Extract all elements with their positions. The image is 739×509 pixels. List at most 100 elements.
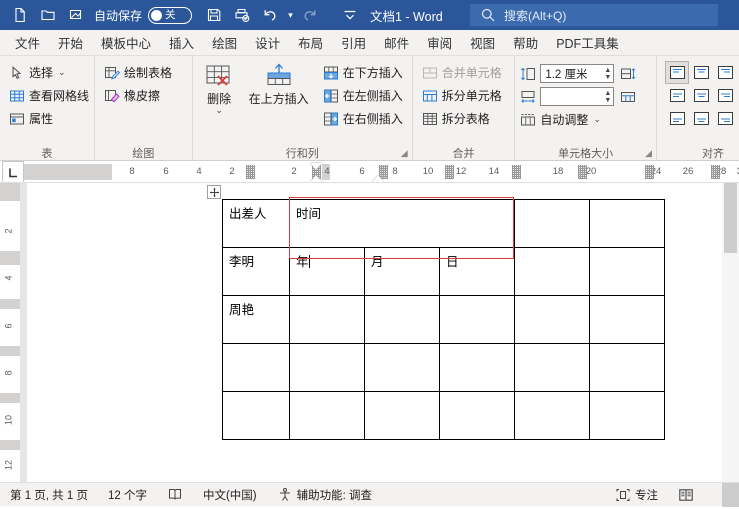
table-cell[interactable] [589, 343, 665, 392]
open-folder-icon[interactable] [34, 3, 62, 27]
table-row[interactable] [222, 343, 665, 392]
table-cell[interactable] [514, 295, 590, 344]
tab-huitu[interactable]: 绘图 [203, 30, 246, 56]
autosave-toggle[interactable]: 关 [148, 6, 193, 24]
insert-below-button[interactable]: 在下方插入 [319, 61, 407, 84]
align-bottom-center-button[interactable] [689, 107, 713, 130]
column-marker[interactable] [578, 165, 587, 179]
vertical-ruler[interactable]: 2 4 6 8 10 12 [0, 183, 20, 482]
insert-right-button[interactable]: 在右侧插入 [319, 107, 407, 130]
dialog-launcher-icon[interactable]: ◢ [401, 148, 408, 159]
table-cell[interactable] [514, 199, 590, 248]
column-marker[interactable] [645, 165, 654, 179]
tab-wenjian[interactable]: 文件 [6, 30, 49, 56]
language-indicator[interactable]: 中文(中国) [193, 487, 267, 503]
table-cell[interactable] [589, 199, 665, 248]
table-cell[interactable] [439, 391, 515, 440]
table-cell[interactable]: 日 [439, 247, 515, 296]
table-cell[interactable]: 时间 [289, 199, 515, 248]
tab-stop-selector[interactable] [2, 161, 24, 182]
column-marker[interactable] [246, 165, 255, 179]
insert-above-button[interactable]: 在上方插入 [243, 61, 315, 106]
table-cell[interactable]: 周艳 [222, 295, 290, 344]
draw-table-button[interactable]: 绘制表格 [100, 61, 176, 84]
print-preview-icon[interactable] [228, 3, 256, 27]
row-height-stepper[interactable]: ▲ ▼ [604, 65, 611, 82]
table-cell[interactable] [289, 295, 365, 344]
table-cell[interactable] [364, 295, 440, 344]
table-cell[interactable] [514, 391, 590, 440]
table-cell[interactable] [439, 295, 515, 344]
tab-youjian[interactable]: 邮件 [375, 30, 418, 56]
undo-dropdown-icon[interactable]: ▾ [284, 3, 296, 27]
align-top-center-button[interactable] [689, 61, 713, 84]
table-cell[interactable] [364, 343, 440, 392]
align-top-left-button[interactable] [665, 61, 690, 84]
delete-button[interactable]: 删除 ⌄ [198, 61, 241, 115]
table-cell[interactable] [289, 343, 365, 392]
align-bottom-left-button[interactable] [665, 107, 689, 130]
accessibility-status[interactable]: 辅助功能: 调查 [267, 487, 382, 503]
table-cell[interactable] [514, 247, 590, 296]
proofing-status[interactable] [157, 487, 193, 503]
touch-mode-icon[interactable] [62, 3, 90, 27]
read-mode-button[interactable] [668, 487, 722, 503]
table-cell[interactable] [222, 343, 290, 392]
column-marker[interactable] [445, 165, 454, 179]
page-indicator[interactable]: 第 1 页, 共 1 页 [0, 487, 98, 503]
column-marker[interactable] [711, 165, 720, 179]
table-row[interactable]: 周艳 [222, 295, 665, 344]
table-cell[interactable] [514, 343, 590, 392]
document-table[interactable]: 出差人 时间 李明 年 月 日 周艳 [222, 199, 665, 440]
dialog-launcher-icon[interactable]: ◢ [645, 148, 652, 159]
tab-charu[interactable]: 插入 [160, 30, 203, 56]
eraser-button[interactable]: 橡皮擦 [100, 84, 176, 107]
focus-mode-button[interactable]: 专注 [605, 487, 668, 503]
table-cell[interactable]: 月 [364, 247, 440, 296]
split-table-button[interactable]: 拆分表格 [418, 107, 506, 130]
table-cell[interactable] [222, 391, 290, 440]
tab-bangzhu[interactable]: 帮助 [504, 30, 547, 56]
scrollbar-thumb[interactable] [724, 183, 737, 253]
tab-pdf-tools[interactable]: PDF工具集 [547, 30, 628, 56]
table-cell[interactable] [589, 391, 665, 440]
customize-qat-icon[interactable] [336, 3, 364, 27]
align-bottom-right-button[interactable] [713, 107, 737, 130]
insert-left-button[interactable]: 在左侧插入 [319, 84, 407, 107]
table-row[interactable]: 出差人 时间 [222, 199, 665, 248]
table-cell-active[interactable]: 年 [289, 247, 365, 296]
new-doc-icon[interactable] [6, 3, 34, 27]
search-box[interactable]: 搜索(Alt+Q) [470, 4, 718, 26]
table-cell[interactable]: 李明 [222, 247, 290, 296]
document-page[interactable]: 出差人 时间 李明 年 月 日 周艳 [27, 183, 739, 482]
hanging-indent-marker[interactable] [310, 175, 322, 182]
tab-mobanzhongxin[interactable]: 模板中心 [92, 30, 160, 56]
table-cell[interactable] [364, 391, 440, 440]
align-middle-left-button[interactable] [665, 84, 689, 107]
properties-button[interactable]: 属性 [5, 107, 93, 130]
align-middle-right-button[interactable] [713, 84, 737, 107]
word-count[interactable]: 12 个字 [98, 487, 157, 503]
split-cells-button[interactable]: 拆分单元格 [418, 84, 506, 107]
merge-cells-button[interactable]: 合并单元格 [418, 61, 506, 84]
tab-yinyong[interactable]: 引用 [332, 30, 375, 56]
horizontal-ruler[interactable]: 8 6 4 2 2 4 6 8 10 12 14 18 20 24 26 28 … [0, 161, 739, 183]
table-cell[interactable] [589, 295, 665, 344]
autofit-button[interactable]: 自动调整 ⌄ [520, 108, 605, 131]
align-top-right-button[interactable] [713, 61, 737, 84]
tab-shitu[interactable]: 视图 [461, 30, 504, 56]
align-middle-center-button[interactable] [689, 84, 713, 107]
undo-icon[interactable] [256, 3, 284, 27]
table-move-handle-icon[interactable] [207, 185, 221, 199]
table-cell[interactable] [289, 391, 365, 440]
view-gridlines-button[interactable]: 查看网格线 [5, 84, 93, 107]
vertical-scrollbar[interactable] [722, 183, 739, 482]
tab-sheji[interactable]: 设计 [246, 30, 289, 56]
tab-buju[interactable]: 布局 [289, 30, 332, 56]
column-width-input[interactable]: ▲ ▼ [540, 87, 615, 106]
table-row[interactable] [222, 391, 665, 440]
column-marker[interactable] [512, 165, 521, 179]
table-cell[interactable] [439, 343, 515, 392]
table-cell[interactable] [589, 247, 665, 296]
column-width-stepper[interactable]: ▲ ▼ [604, 88, 611, 105]
